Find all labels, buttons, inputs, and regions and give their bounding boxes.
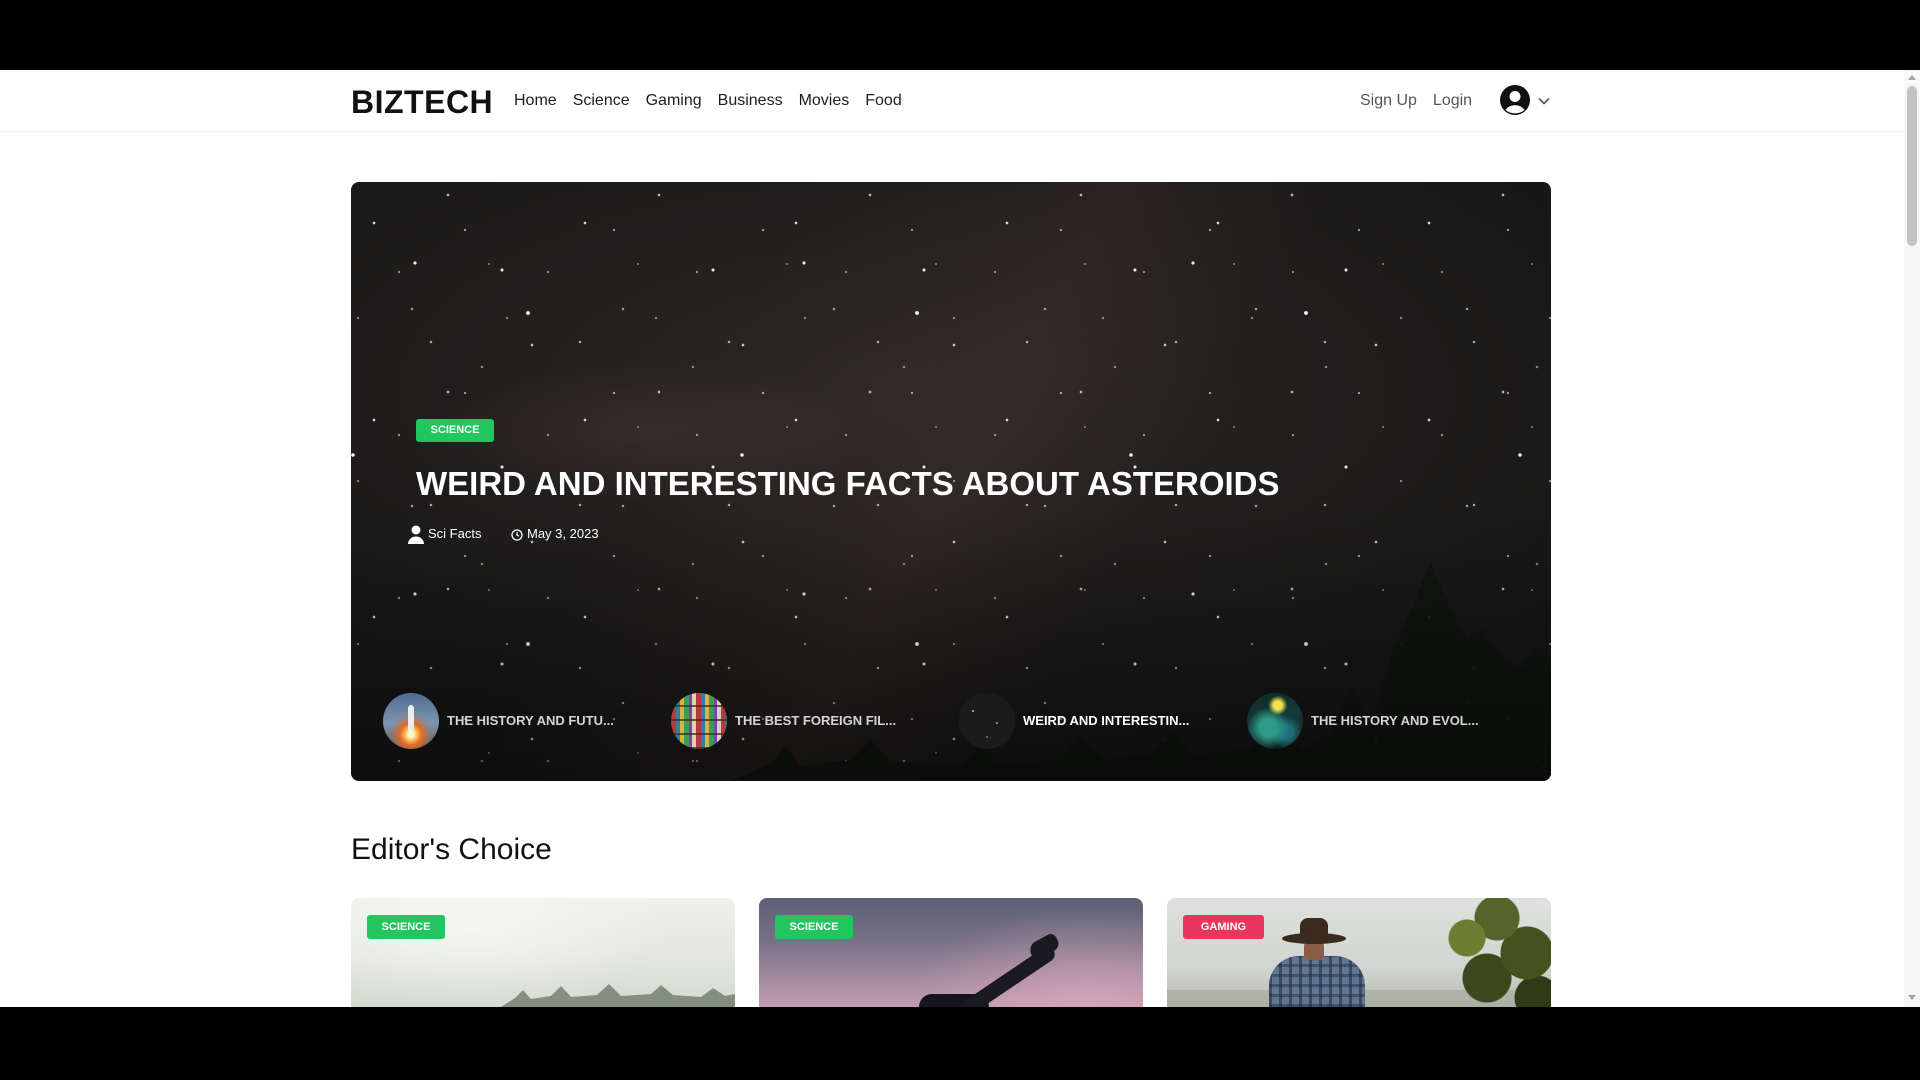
editors-choice-card-3[interactable]: GAMING — [1167, 898, 1551, 1007]
rocket-image — [408, 705, 414, 731]
nav-food[interactable]: Food — [865, 92, 901, 110]
scrollbar-thumb[interactable] — [1907, 86, 1917, 246]
cowboy-hat-image — [1282, 933, 1346, 944]
nav-science[interactable]: Science — [573, 92, 630, 110]
nav-gaming[interactable]: Gaming — [646, 92, 702, 110]
hero-date: May 3, 2023 — [527, 526, 599, 541]
nav-business[interactable]: Business — [718, 92, 783, 110]
editors-choice-card-2[interactable]: SCIENCE — [759, 898, 1143, 1007]
scroll-up-arrow-icon[interactable] — [1908, 75, 1916, 80]
slide-thumbnail — [671, 693, 727, 749]
chevron-down-icon[interactable] — [1538, 97, 1550, 105]
hero-slide-2[interactable]: THE BEST FOREIGN FIL... — [671, 693, 941, 749]
card-category-badge[interactable]: SCIENCE — [775, 915, 853, 939]
cowboy-image — [1304, 942, 1324, 960]
browser-viewport: BIZTECH Home Science Gaming Business Mov… — [0, 70, 1920, 1007]
vertical-scrollbar[interactable] — [1904, 70, 1920, 1007]
tree-image — [1437, 898, 1551, 1007]
scroll-down-arrow-icon[interactable] — [1908, 995, 1916, 1000]
slide-title: THE HISTORY AND FUTU... — [447, 713, 614, 728]
editors-choice-card-1[interactable]: SCIENCE — [351, 898, 735, 1007]
main-nav: Home Science Gaming Business Movies Food — [514, 70, 902, 132]
nav-home[interactable]: Home — [514, 92, 557, 110]
screen-bottom-letterbox — [0, 1007, 1920, 1080]
card-category-badge[interactable]: GAMING — [1183, 915, 1264, 939]
hero-category-badge[interactable]: SCIENCE — [416, 419, 494, 442]
nav-movies[interactable]: Movies — [799, 92, 850, 110]
hero-slide-1[interactable]: THE HISTORY AND FUTU... — [383, 693, 653, 749]
slide-thumbnail — [383, 693, 439, 749]
slide-thumbnail — [1247, 693, 1303, 749]
login-link[interactable]: Login — [1433, 92, 1472, 110]
card-category-badge[interactable]: SCIENCE — [367, 915, 445, 939]
slide-title: THE HISTORY AND EVOL... — [1311, 713, 1479, 728]
slide-title: THE BEST FOREIGN FIL... — [735, 713, 897, 728]
user-avatar-icon[interactable] — [1499, 84, 1531, 116]
site-logo[interactable]: BIZTECH — [351, 84, 493, 120]
screen-top-letterbox — [0, 0, 1920, 70]
user-icon — [405, 523, 427, 545]
clock-icon — [511, 528, 523, 541]
editors-choice-heading: Editor's Choice — [351, 833, 552, 866]
slide-thumbnail — [959, 693, 1015, 749]
site-header: BIZTECH Home Science Gaming Business Mov… — [0, 70, 1904, 132]
hero-featured-post[interactable]: SCIENCE WEIRD AND INTERESTING FACTS ABOU… — [351, 182, 1551, 781]
signup-link[interactable]: Sign Up — [1360, 92, 1417, 110]
misty-forest-image — [501, 984, 735, 1007]
hero-slide-3[interactable]: WEIRD AND INTERESTIN... — [959, 693, 1229, 749]
cowboy-image — [1269, 956, 1365, 1007]
auth-links: Sign Up Login — [1360, 70, 1472, 132]
hero-title[interactable]: WEIRD AND INTERESTING FACTS ABOUT ASTERO… — [416, 464, 1280, 504]
hero-slide-4[interactable]: THE HISTORY AND EVOL... — [1247, 693, 1517, 749]
slide-title: WEIRD AND INTERESTIN... — [1023, 713, 1190, 728]
hero-author[interactable]: Sci Facts — [428, 526, 481, 542]
